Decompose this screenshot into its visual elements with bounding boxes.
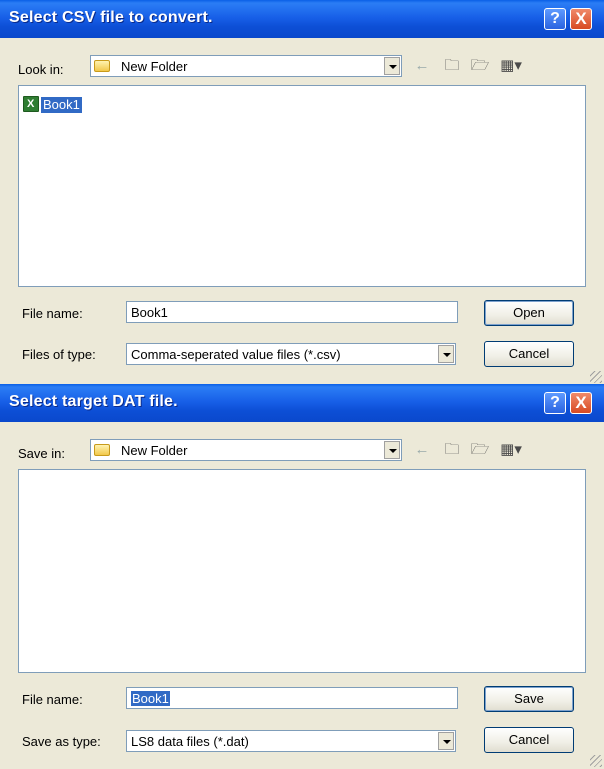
help-icon[interactable]: ? (544, 392, 566, 414)
close-icon[interactable]: X (570, 8, 592, 30)
folder-icon (94, 444, 110, 456)
chevron-down-icon[interactable] (438, 732, 454, 750)
view-menu-icon[interactable]: ▦▾ (498, 440, 524, 460)
title-bar[interactable]: Select target DAT file. ? X (0, 384, 604, 422)
file-name-value: Book1 (131, 305, 168, 320)
chevron-down-icon[interactable] (438, 345, 454, 363)
view-menu-icon[interactable]: ▦▾ (498, 56, 524, 76)
dialog-title: Select CSV file to convert. (9, 9, 213, 26)
folder-icon (94, 60, 110, 72)
chevron-down-icon[interactable] (384, 57, 400, 75)
resize-grip[interactable] (590, 755, 602, 767)
open-button[interactable]: Open (484, 300, 574, 326)
save-in-label: Save in: (18, 446, 65, 461)
save-button[interactable]: Save (484, 686, 574, 712)
help-icon[interactable]: ? (544, 8, 566, 30)
file-name-label: File name: (22, 306, 83, 321)
dialog-title: Select target DAT file. (9, 393, 178, 410)
up-folder-icon[interactable]: 🗀 (442, 440, 462, 460)
file-name-input[interactable]: Book1 (126, 301, 458, 323)
close-icon[interactable]: X (570, 392, 592, 414)
open-file-dialog: Select CSV file to convert. ? X Look in:… (0, 0, 604, 385)
look-in-combo[interactable]: New Folder (90, 55, 402, 77)
cancel-button[interactable]: Cancel (484, 341, 574, 367)
csv-file-icon (23, 96, 39, 112)
files-of-type-value: Comma-seperated value files (*.csv) (131, 347, 341, 362)
look-in-label: Look in: (18, 62, 64, 77)
save-file-dialog: Select target DAT file. ? X Save in: New… (0, 384, 604, 769)
resize-grip[interactable] (590, 371, 602, 383)
files-of-type-combo[interactable]: Comma-seperated value files (*.csv) (126, 343, 456, 365)
file-name-input[interactable]: Book1 (126, 687, 458, 709)
up-folder-icon[interactable]: 🗀 (442, 56, 462, 76)
new-folder-icon[interactable]: 🗁 (470, 56, 490, 76)
file-name-value: Book1 (131, 691, 170, 706)
new-folder-icon[interactable]: 🗁 (470, 440, 490, 460)
save-as-type-combo[interactable]: LS8 data files (*.dat) (126, 730, 456, 752)
file-list[interactable] (18, 469, 586, 673)
save-in-combo[interactable]: New Folder (90, 439, 402, 461)
look-in-value: New Folder (121, 59, 188, 74)
file-item-label: Book1 (41, 97, 82, 113)
file-list[interactable]: Book1 (18, 85, 586, 287)
cancel-button[interactable]: Cancel (484, 727, 574, 753)
title-bar[interactable]: Select CSV file to convert. ? X (0, 0, 604, 38)
files-of-type-label: Files of type: (22, 347, 96, 362)
save-as-type-value: LS8 data files (*.dat) (131, 734, 249, 749)
back-icon[interactable]: ← (412, 440, 432, 460)
save-in-value: New Folder (121, 443, 188, 458)
save-as-type-label: Save as type: (22, 734, 101, 749)
file-name-label: File name: (22, 692, 83, 707)
chevron-down-icon[interactable] (384, 441, 400, 459)
back-icon[interactable]: ← (412, 56, 432, 76)
